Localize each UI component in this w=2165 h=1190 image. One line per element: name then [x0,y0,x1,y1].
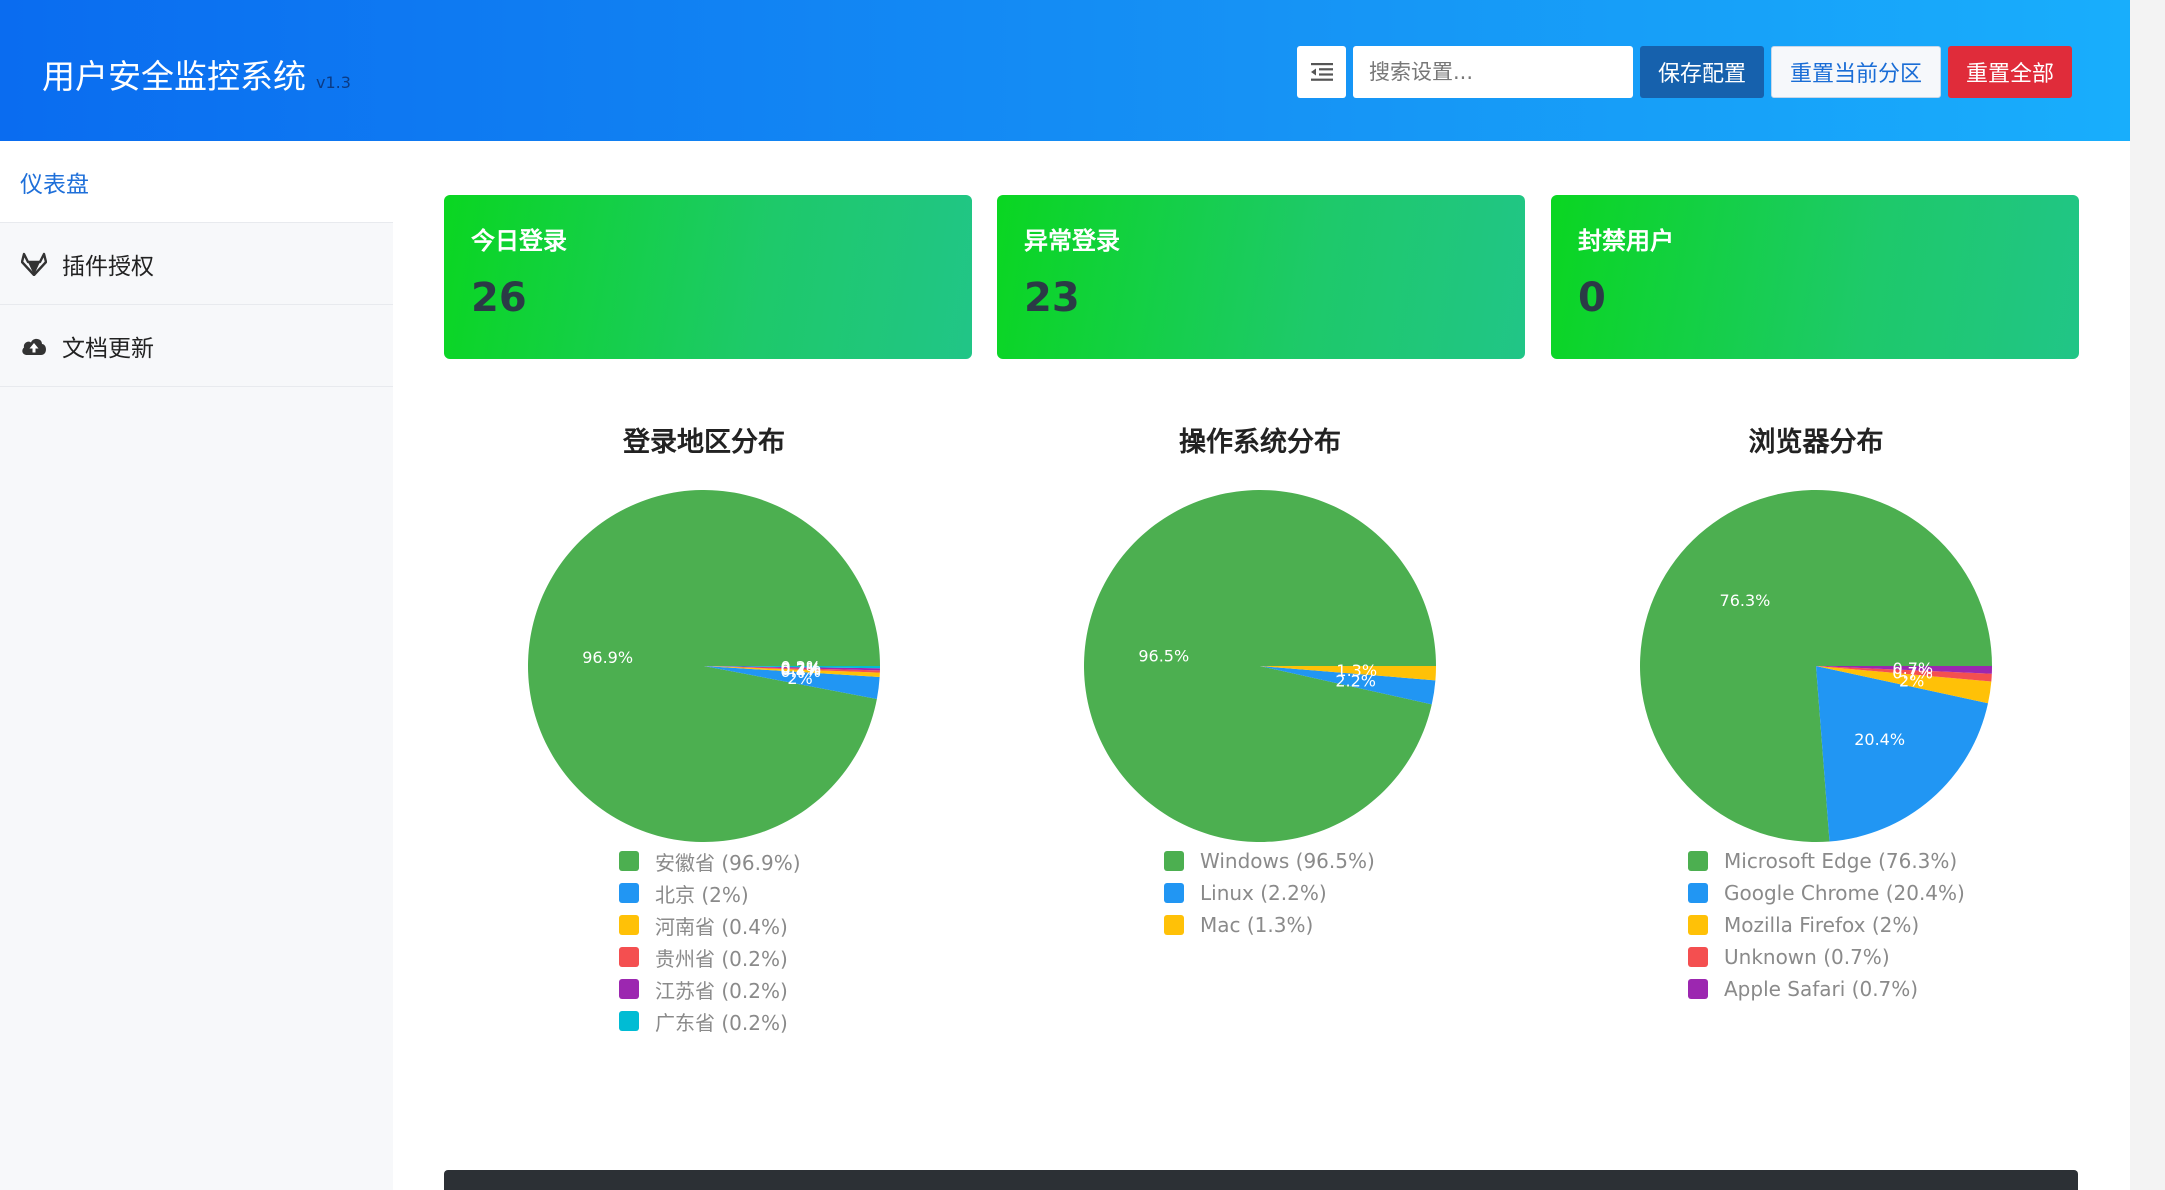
legend-label: 江苏省 (0.2%) [655,978,788,1003]
sidebar-toggle-button[interactable] [1297,46,1346,98]
chart-legend: 安徽省 (96.9%) 北京 (2%) 河南省 (0.4%) 贵州省 (0.2%) 江苏… [619,845,801,1037]
sidebar-item-label: 文档更新 [62,335,154,362]
legend-swatch [619,1011,639,1031]
chart-legend: Microsoft Edge (76.3%) Google Chrome (20.… [1688,845,1965,1005]
legend-label: Mozilla Firefox (2%) [1724,913,1920,937]
legend-label: Linux (2.2%) [1200,881,1327,905]
sidebar-item-label: 插件授权 [62,253,154,280]
top-header: 用户安全监控系统 v1.3 保存配置 重置当前分区 重置全部 [0,0,2130,141]
pie-svg: 76.3%20.4%2%0.7%0.7% [1640,490,1992,842]
legend-swatch [619,851,639,871]
pie-svg: 96.5%2.2%1.3% [1084,490,1436,843]
sidebar: 仪表盘 插件授权 文档更新 [0,141,393,1190]
legend-swatch [1688,883,1708,903]
app-title: 用户安全监控系统 v1.3 [42,50,351,98]
legend-label: 贵州省 (0.2%) [655,946,788,971]
legend-item[interactable]: Apple Safari (0.7%) [1688,973,1965,1005]
legend-item[interactable]: 河南省 (0.4%) [619,909,801,941]
pie-slice-label: 96.5% [1138,646,1189,665]
legend-item[interactable]: Mac (1.3%) [1164,909,1375,941]
gitlab-fox-icon [20,250,48,278]
pie-slice-label: 0.2% [780,658,821,677]
save-config-button[interactable]: 保存配置 [1640,46,1765,98]
chart-title: 操作系统分布 [1179,427,1341,458]
pie-svg: 96.9%2%0.4%0.2%0.2%0.2% [528,490,880,843]
sidebar-item-dashboard[interactable]: 仪表盘 [0,141,393,223]
legend-swatch [1164,915,1184,935]
legend-label: 广东省 (0.2%) [655,1010,788,1035]
settings-search-input[interactable] [1353,46,1633,98]
pie-slice-label: 0.7% [1892,659,1933,678]
legend-item[interactable]: Mozilla Firefox (2%) [1688,909,1965,941]
reset-section-button[interactable]: 重置当前分区 [1771,46,1942,98]
legend-label: Microsoft Edge (76.3%) [1724,849,1958,873]
footer-bar [444,1170,2078,1190]
legend-item[interactable]: Linux (2.2%) [1164,877,1375,909]
sidebar-item-plugin-license[interactable]: 插件授权 [0,223,393,305]
reset-all-button[interactable]: 重置全部 [1948,46,2073,98]
legend-swatch [1688,947,1708,967]
stat-card-abnormal-logins: 异常登录 23 [997,195,1525,359]
legend-item[interactable]: Windows (96.5%) [1164,845,1375,877]
legend-swatch [1688,979,1708,999]
app-title-text: 用户安全监控系统 [42,57,306,96]
legend-item[interactable]: Microsoft Edge (76.3%) [1688,845,1965,877]
legend-label: 河南省 (0.4%) [655,914,788,939]
legend-label: Windows (96.5%) [1200,849,1375,873]
stat-value: 26 [471,275,527,321]
toolbar: 保存配置 重置当前分区 重置全部 [1297,46,2073,98]
stat-label: 今日登录 [471,227,567,255]
sidebar-item-doc-update[interactable]: 文档更新 [0,305,393,387]
cloud-upload-icon [20,332,48,360]
pie-slice-label: 96.9% [582,648,633,667]
legend-item[interactable]: 广东省 (0.2%) [619,1005,801,1037]
legend-item[interactable]: 江苏省 (0.2%) [619,973,801,1005]
legend-swatch [619,947,639,967]
legend-swatch [1164,851,1184,871]
pie-slice-label: 76.3% [1720,591,1771,610]
pie-slice-label: 1.3% [1336,661,1377,680]
legend-item[interactable]: 安徽省 (96.9%) [619,845,801,877]
stat-value: 23 [1024,275,1080,321]
legend-swatch [1688,915,1708,935]
chart-title: 浏览器分布 [1748,427,1884,458]
page-scrollbar[interactable] [2130,0,2165,1190]
legend-item[interactable]: 北京 (2%) [619,877,801,909]
legend-item[interactable]: 贵州省 (0.2%) [619,941,801,973]
legend-item[interactable]: Unknown (0.7%) [1688,941,1965,973]
legend-label: Mac (1.3%) [1200,913,1314,937]
stat-label: 封禁用户 [1578,227,1674,255]
legend-label: Apple Safari (0.7%) [1724,977,1919,1001]
stat-value: 0 [1578,275,1606,321]
legend-label: Google Chrome (20.4%) [1724,881,1965,905]
legend-swatch [619,915,639,935]
pie-slice-label: 20.4% [1854,730,1905,749]
chart-legend: Windows (96.5%) Linux (2.2%) Mac (1.3%) [1164,845,1375,941]
legend-label: 安徽省 (96.9%) [655,850,801,875]
legend-swatch [1164,883,1184,903]
stat-card-banned-users: 封禁用户 0 [1551,195,2079,359]
stat-card-today-logins: 今日登录 26 [444,195,972,359]
legend-swatch [1688,851,1708,871]
legend-swatch [619,883,639,903]
legend-label: 北京 (2%) [655,882,749,907]
legend-item[interactable]: Google Chrome (20.4%) [1688,877,1965,909]
stat-label: 异常登录 [1024,227,1120,255]
sidebar-item-label: 仪表盘 [20,171,89,198]
menu-collapse-icon [1310,63,1333,81]
chart-title: 登录地区分布 [623,427,785,458]
app-version: v1.3 [316,73,351,92]
legend-swatch [619,979,639,999]
legend-label: Unknown (0.7%) [1724,945,1890,969]
